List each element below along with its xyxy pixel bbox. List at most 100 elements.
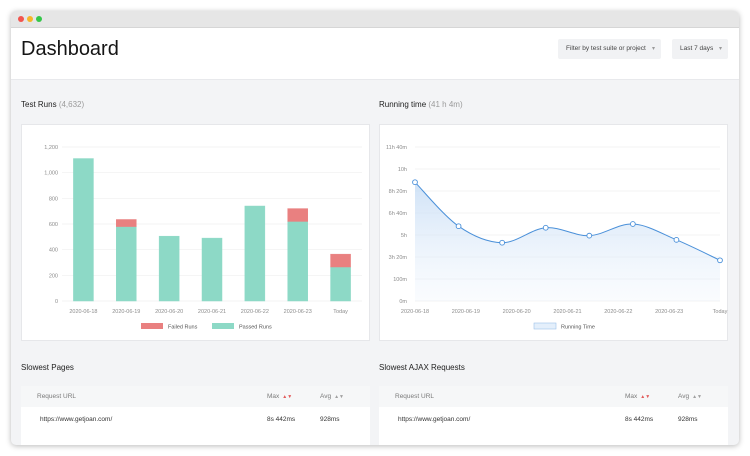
max-cell: 8s 442ms — [267, 416, 296, 423]
running-time-point — [499, 239, 505, 246]
running-time-point — [717, 257, 723, 264]
legend-swatch — [141, 323, 163, 329]
running-time-title: Running time — [379, 100, 427, 109]
title-bar — [11, 11, 739, 28]
x-tick-label: 2020-06-22 — [241, 309, 269, 315]
chevron-down-icon: ▾ — [718, 46, 722, 52]
slowest-pages-table: Request URL Max ▲▼ Avg ▲▼ https://www.getj… — [21, 386, 370, 445]
column-max-sort[interactable]: Max ▲▼ — [267, 393, 292, 400]
passed-runs-bar — [330, 266, 351, 302]
y-tick-label: 400 — [49, 248, 58, 254]
slowest-ajax-title: Slowest AJAX Requests — [379, 363, 465, 372]
running-time-point — [455, 223, 462, 230]
running-time-point — [586, 232, 593, 239]
running-time-card: 0m 100m 3h 20m 5h 6h 40m 8h 20m 10h 11h 40m 2020… — [379, 124, 728, 341]
y-tick-label: 10h — [398, 167, 407, 173]
column-max-sort[interactable]: Max ▲▼ — [625, 393, 650, 400]
legend-swatch — [212, 323, 234, 329]
x-tick-label: 2020-06-20 — [155, 309, 183, 315]
table-header: Request URL Max ▲▼ Avg ▲▼ — [379, 386, 728, 407]
y-tick-label: 11h 40m — [386, 145, 407, 151]
slowest-ajax-table: Request URL Max ▲▼ Avg ▲▼ https://www.getj… — [379, 386, 728, 445]
running-time-point — [630, 221, 636, 227]
running-time-chart: 0m 100m 3h 20m 5h 6h 40m 8h 20m 10h 11h 40m 2020… — [386, 145, 728, 331]
failed-runs-bar — [330, 253, 351, 268]
y-tick-label: 0m — [399, 299, 407, 305]
table-row[interactable]: https://www.getjoan.com/ 8s 442ms 928ms — [21, 407, 370, 431]
column-avg-sort[interactable]: Avg ▲▼ — [678, 393, 702, 400]
y-tick-label: 600 — [49, 222, 58, 228]
minimize-window-button[interactable] — [27, 16, 33, 22]
x-tick-label: 2020-06-22 — [604, 309, 632, 315]
running-time-heading: Running time (41 h 4m) — [379, 100, 463, 109]
sort-icon: ▲▼ — [334, 394, 344, 400]
passed-runs-bar — [201, 237, 223, 302]
x-tick-label: 2020-06-23 — [284, 309, 312, 315]
x-tick-label: 2020-06-20 — [503, 309, 531, 315]
close-window-button[interactable] — [18, 16, 24, 22]
x-tick-label: 2020-06-19 — [452, 309, 480, 315]
slowest-pages-title: Slowest Pages — [21, 363, 74, 372]
suite-filter-dropdown[interactable]: Filter by test suite or project ▾ — [558, 39, 661, 59]
test-runs-title: Test Runs — [21, 100, 57, 109]
column-request-url: Request URL — [37, 393, 77, 400]
chevron-down-icon: ▾ — [651, 46, 655, 52]
date-range-dropdown[interactable]: Last 7 days ▾ — [672, 39, 728, 59]
x-tick-label: 2020-06-21 — [553, 309, 581, 315]
x-tick-label: 2020-06-18 — [69, 309, 97, 315]
date-range-label: Last 7 days — [680, 45, 714, 52]
test-runs-card: 0 200 400 600 800 1,000 1,200 2020-06-18 2020-06… — [21, 124, 370, 341]
x-tick-label: Today — [713, 309, 728, 315]
running-time-point — [673, 236, 680, 243]
passed-runs-bar — [244, 205, 266, 302]
column-max-label: Max — [625, 393, 638, 400]
app-window: Dashboard Filter by test suite or projec… — [11, 11, 739, 445]
y-tick-label: 800 — [49, 196, 58, 202]
max-cell: 8s 442ms — [625, 416, 654, 423]
table-row[interactable]: https://www.getjoan.com/ 8s 442ms 928ms — [379, 407, 728, 431]
x-tick-label: 2020-06-23 — [655, 309, 683, 315]
y-tick-label: 200 — [49, 273, 58, 279]
legend-swatch — [533, 322, 557, 330]
table-header: Request URL Max ▲▼ Avg ▲▼ — [21, 386, 370, 407]
running-time-total: (41 h 4m) — [428, 100, 463, 109]
page-header: Dashboard Filter by test suite or projec… — [11, 28, 739, 80]
x-tick-label: 2020-06-19 — [112, 309, 140, 315]
sort-desc-icon: ▲▼ — [282, 394, 293, 400]
column-avg-sort[interactable]: Avg ▲▼ — [320, 393, 344, 400]
avg-cell: 928ms — [320, 416, 340, 423]
legend-label: Passed Runs — [239, 325, 272, 331]
y-tick-label: 1,200 — [44, 145, 58, 151]
y-tick-label: 100m — [393, 277, 407, 283]
passed-runs-bar — [116, 226, 137, 302]
passed-runs-bar — [73, 158, 94, 302]
sort-icon: ▲▼ — [692, 394, 702, 400]
sort-desc-icon: ▲▼ — [640, 394, 651, 400]
request-url-cell: https://www.getjoan.com/ — [398, 416, 471, 423]
request-url-cell: https://www.getjoan.com/ — [40, 416, 113, 423]
y-tick-label: 3h 20m — [389, 255, 408, 261]
avg-cell: 928ms — [678, 416, 698, 423]
passed-runs-bar — [287, 221, 308, 302]
test-runs-heading: Test Runs (4,632) — [21, 100, 84, 109]
column-request-url: Request URL — [395, 393, 435, 400]
column-max-label: Max — [267, 393, 280, 400]
failed-runs-bar — [116, 219, 137, 227]
running-time-point — [412, 179, 418, 186]
x-tick-label: Today — [333, 309, 348, 315]
test-runs-chart: 0 200 400 600 800 1,000 1,200 2020-06-18 2020-06… — [44, 145, 362, 331]
test-runs-count: (4,632) — [58, 100, 85, 109]
y-tick-label: 0 — [55, 299, 58, 305]
column-avg-label: Avg — [320, 393, 332, 400]
legend-label: Failed Runs — [168, 325, 198, 331]
maximize-window-button[interactable] — [36, 16, 42, 22]
legend-label: Running Time — [561, 325, 595, 331]
column-avg-label: Avg — [678, 393, 690, 400]
y-tick-label: 6h 40m — [389, 211, 408, 217]
suite-filter-label: Filter by test suite or project — [566, 45, 646, 52]
failed-runs-bar — [287, 208, 308, 222]
page-title: Dashboard — [21, 38, 119, 60]
y-tick-label: 1,000 — [44, 171, 58, 177]
x-tick-label: 2020-06-21 — [198, 309, 226, 315]
y-tick-label: 8h 20m — [389, 189, 408, 195]
